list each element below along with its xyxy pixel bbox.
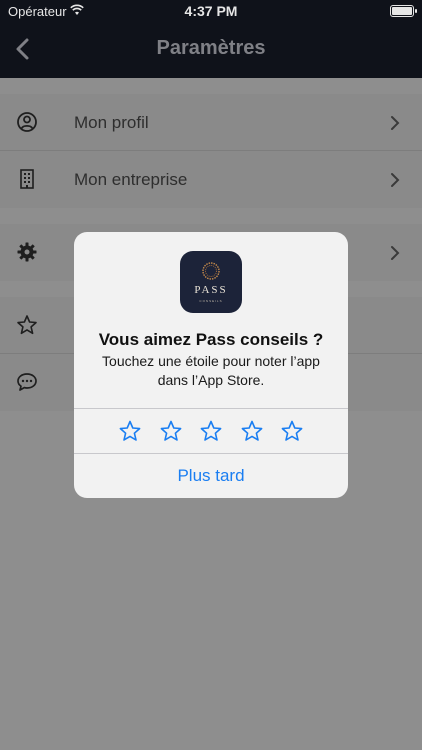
chevron-right-icon	[391, 116, 400, 130]
battery-icon	[390, 5, 417, 17]
star-icon	[17, 315, 37, 335]
settings-item-label: Mon profil	[74, 113, 149, 132]
settings-section-account: Mon profil Mon entreprise	[0, 94, 422, 208]
rating-star-1[interactable]	[118, 419, 142, 443]
building-icon	[20, 169, 34, 189]
navigation-bar: Paramètres	[0, 22, 422, 78]
chevron-right-icon	[391, 246, 400, 260]
settings-item-profile[interactable]: Mon profil	[0, 94, 422, 151]
logo-ring-icon	[202, 262, 220, 280]
settings-screen: Opérateur 4:37 PM Paramètres Mon profil …	[0, 0, 422, 750]
app-icon-subword: CONSEILS	[199, 299, 223, 303]
app-icon: PASS CONSEILS	[180, 251, 242, 313]
rating-star-5[interactable]	[280, 419, 304, 443]
alert-title: Vous aimez Pass conseils ?	[98, 330, 324, 349]
later-button[interactable]: Plus tard	[74, 454, 348, 498]
settings-item-company[interactable]: Mon entreprise	[0, 151, 422, 208]
alert-message: Touchez une étoile pour noter l’app dans…	[102, 353, 320, 388]
top-bar: Opérateur 4:37 PM Paramètres	[0, 0, 422, 78]
gear-icon	[17, 242, 37, 262]
app-icon-wordmark: PASS	[194, 284, 228, 296]
rating-alert-dialog: PASS CONSEILS Vous aimez Pass conseils ?…	[74, 232, 348, 498]
status-bar: Opérateur 4:37 PM	[0, 0, 422, 22]
star-rating	[74, 409, 348, 453]
chat-bubble-icon	[17, 373, 37, 391]
rating-star-2[interactable]	[159, 419, 183, 443]
settings-item-label: Mon entreprise	[74, 170, 188, 189]
rating-star-3[interactable]	[199, 419, 223, 443]
clock-time: 4:37 PM	[184, 3, 238, 19]
chevron-right-icon	[391, 173, 400, 187]
rating-star-4[interactable]	[240, 419, 264, 443]
page-title: Paramètres	[156, 37, 266, 59]
user-circle-icon	[17, 112, 37, 132]
